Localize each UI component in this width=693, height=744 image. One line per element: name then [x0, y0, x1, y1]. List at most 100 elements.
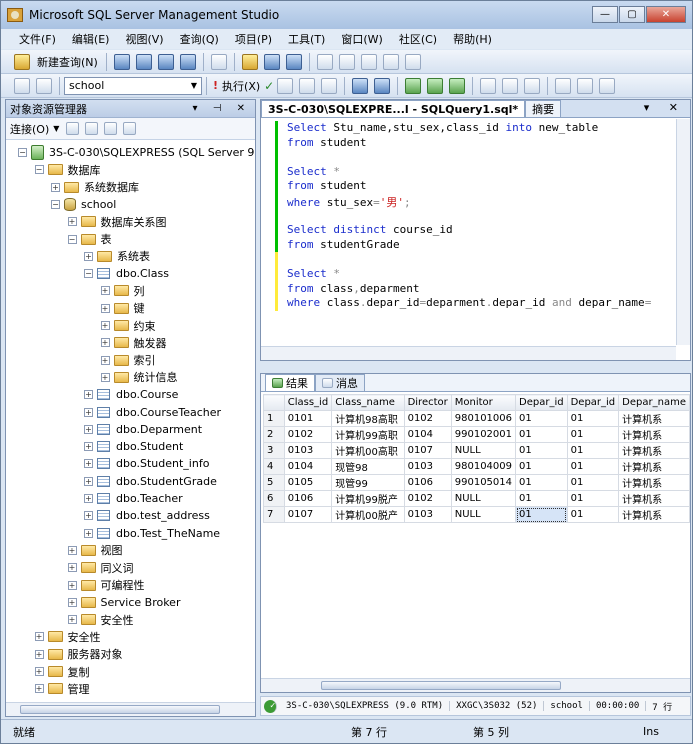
tree-node[interactable]: + 同义词: [67, 559, 134, 576]
table-row[interactable]: 7 0107 计算机00脱产 0103 NULL 01 01 计算机系: [263, 506, 690, 523]
table-row[interactable]: 5 0105 现管99 0106 990105014 01 01 计算机系: [263, 474, 690, 491]
tree-node[interactable]: + dbo.Student: [84, 438, 183, 455]
row-number[interactable]: 2: [263, 426, 285, 443]
tree-node[interactable]: + Service Broker: [67, 594, 180, 611]
chevron-down-icon[interactable]: ▼: [187, 81, 201, 90]
tree-node[interactable]: + 列: [100, 282, 145, 299]
grid-cell[interactable]: 01: [566, 410, 620, 427]
stop-icon[interactable]: [85, 122, 99, 135]
change-connection-icon[interactable]: [36, 77, 52, 94]
menu-view[interactable]: 视图(V): [117, 31, 171, 47]
collapse-icon[interactable]: −: [34, 165, 44, 175]
menu-window[interactable]: 窗口(W): [333, 31, 390, 47]
results-to-grid-icon[interactable]: [427, 77, 444, 94]
grid-cell[interactable]: 0102: [283, 426, 333, 443]
grid-cell[interactable]: 0104: [283, 458, 333, 475]
expand-icon[interactable]: +: [84, 390, 93, 400]
expand-icon[interactable]: +: [84, 251, 93, 261]
grid-cell[interactable]: 01: [515, 410, 568, 427]
row-number[interactable]: 4: [263, 458, 285, 475]
tree-node[interactable]: + 安全性: [67, 611, 134, 628]
column-header[interactable]: Monitor: [450, 394, 517, 411]
show-results-icon[interactable]: [524, 77, 541, 94]
grid-cell[interactable]: 01: [566, 506, 620, 523]
expand-icon[interactable]: +: [100, 372, 110, 382]
display-plan-icon[interactable]: [299, 77, 316, 94]
template-explorer-icon[interactable]: [360, 53, 377, 70]
tree-node[interactable]: + 管理: [34, 680, 90, 697]
expand-icon[interactable]: +: [84, 528, 93, 538]
tree-node[interactable]: + dbo.Course: [84, 386, 178, 403]
column-header[interactable]: Depar_id: [515, 394, 568, 411]
grid-cell[interactable]: 现管99: [331, 474, 405, 491]
grid-cell[interactable]: NULL: [450, 442, 517, 459]
tree-node[interactable]: + 键: [100, 300, 145, 317]
pane-controls[interactable]: ▾ ⊣ ✕: [193, 103, 251, 114]
tree-node[interactable]: + dbo.Deparment: [84, 421, 202, 438]
tree-node[interactable]: + dbo.StudentGrade: [84, 473, 217, 490]
grid-cell[interactable]: 现管98: [331, 458, 405, 475]
comment-icon[interactable]: [555, 77, 572, 94]
expand-icon[interactable]: +: [67, 217, 77, 227]
menu-query[interactable]: 查询(Q): [172, 31, 227, 47]
collapse-icon[interactable]: −: [84, 269, 93, 279]
grid-cell[interactable]: 01: [515, 458, 568, 475]
tree-node[interactable]: + dbo.Teacher: [84, 490, 183, 507]
include-plan-icon[interactable]: [480, 77, 497, 94]
open-file-icon[interactable]: [241, 53, 258, 70]
grid-cell[interactable]: 计算机99脱产: [331, 490, 405, 507]
grid-cell[interactable]: 计算机系: [618, 474, 690, 491]
row-number[interactable]: 1: [263, 410, 285, 427]
intellisense-icon[interactable]: [374, 77, 391, 94]
grid-cell[interactable]: 计算机98高职: [331, 410, 405, 427]
grid-cell[interactable]: 计算机系: [618, 442, 690, 459]
grid-cell[interactable]: 0103: [403, 458, 452, 475]
row-number[interactable]: 7: [263, 506, 285, 523]
tree-node[interactable]: − school: [51, 196, 116, 213]
design-query-icon[interactable]: [352, 77, 369, 94]
column-header[interactable]: [263, 394, 285, 411]
grid-cell[interactable]: 01: [566, 442, 620, 459]
tab-sqlquery1[interactable]: 3S-C-030\SQLEXPRE...l - SQLQuery1.sql*: [261, 100, 526, 117]
grid-cell[interactable]: 01: [515, 490, 568, 507]
menu-file[interactable]: 文件(F): [11, 31, 64, 47]
maximize-button[interactable]: ▢: [619, 6, 645, 23]
grid-cell[interactable]: 计算机系: [618, 506, 690, 523]
minimize-button[interactable]: —: [592, 6, 618, 23]
expand-icon[interactable]: +: [34, 649, 44, 659]
tab-summary[interactable]: 摘要: [525, 100, 562, 117]
database-engine-query-icon[interactable]: [113, 53, 130, 70]
expand-icon[interactable]: +: [67, 597, 77, 607]
new-file-icon[interactable]: [210, 53, 227, 70]
parse-check-icon[interactable]: ✓: [264, 79, 274, 93]
connect-icon[interactable]: [14, 77, 30, 94]
grid-cell[interactable]: 0103: [403, 506, 452, 523]
grid-cell[interactable]: 计算机系: [618, 410, 690, 427]
results-to-text-icon[interactable]: [405, 77, 422, 94]
sql-code-area[interactable]: Select Stu_name,stu_sex,class_id into ne…: [261, 119, 690, 345]
table-row[interactable]: 1 0101 计算机98高职 0102 980101006 01 01 计算机系: [263, 410, 690, 427]
grid-cell[interactable]: 01: [566, 474, 620, 491]
tree-node[interactable]: − 表: [67, 231, 112, 248]
grid-cell[interactable]: 0102: [403, 490, 452, 507]
grid-cell[interactable]: 980101006: [450, 410, 517, 427]
indent-icon[interactable]: [599, 77, 616, 94]
column-header[interactable]: Depar_name: [618, 394, 690, 411]
editor-vertical-scrollbar[interactable]: [676, 119, 690, 345]
grid-cell[interactable]: 01: [515, 506, 568, 523]
grid-cell[interactable]: 0105: [283, 474, 333, 491]
grid-cell[interactable]: 0102: [403, 410, 452, 427]
results-to-file-icon[interactable]: [449, 77, 466, 94]
grid-cell[interactable]: NULL: [450, 506, 517, 523]
grid-cell[interactable]: 0104: [403, 426, 452, 443]
grid-cell[interactable]: 计算机00脱产: [331, 506, 405, 523]
expand-icon[interactable]: +: [84, 442, 93, 452]
editor-horizontal-scrollbar[interactable]: [261, 346, 676, 360]
tree-node[interactable]: + dbo.CourseTeacher: [84, 404, 221, 421]
disconnect-icon[interactable]: [66, 122, 80, 135]
client-stats-icon[interactable]: [502, 77, 519, 94]
tree-node[interactable]: − 数据库: [34, 161, 101, 178]
tree-horizontal-scrollbar[interactable]: [6, 702, 255, 716]
table-row[interactable]: 3 0103 计算机00高职 0107 NULL 01 01 计算机系: [263, 442, 690, 459]
expand-icon[interactable]: +: [67, 563, 77, 573]
